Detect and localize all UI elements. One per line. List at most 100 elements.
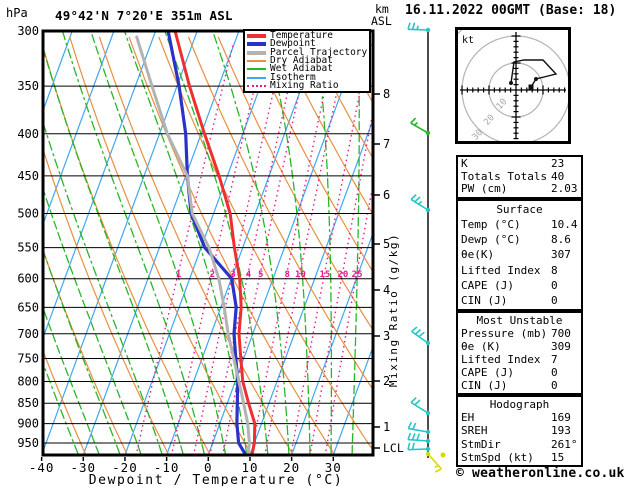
panel-row-label: StmSpd (kt) xyxy=(461,450,534,464)
panel-row-label: Dewp (°C) xyxy=(461,233,521,247)
hodograph-stats-panel: Hodograph EH 169 SREH 193 StmDir 261° StmSpd (k… xyxy=(456,395,583,467)
pressure-tick-label: 700 xyxy=(17,327,39,341)
panel-row-label: θe (K) xyxy=(461,340,501,353)
pressure-tick-label: 550 xyxy=(17,241,39,255)
pressure-tick-label: 900 xyxy=(17,417,39,431)
panel-row: Temp (°C) 10.4 xyxy=(461,217,578,232)
pressure-tick-label: 650 xyxy=(17,300,39,314)
legend-item: Mixing Ratio xyxy=(247,79,367,91)
surface-wind-dot xyxy=(440,452,446,458)
hodograph-unit-label: kt xyxy=(462,35,474,46)
km-axis: 12345678LCLMixing Ratio (g/kg) xyxy=(374,87,404,455)
hodograph-plot: 10203040kt xyxy=(458,30,568,141)
storm-motion-marker xyxy=(528,84,534,90)
legend-swatch xyxy=(247,59,266,62)
surface-panel: Surface Temp (°C) 10.4 Dewp (°C) 8.6 θe(K) 307… xyxy=(456,199,583,311)
legend-swatch xyxy=(247,68,266,71)
panel-row-value: 0 xyxy=(551,278,558,292)
panel-row: StmSpd (kt) 15 xyxy=(461,451,578,464)
panel-row-label: K xyxy=(461,157,468,170)
legend-swatch xyxy=(247,84,266,87)
panel-row-label: CAPE (J) xyxy=(461,366,514,379)
hodograph-ring-label: 20 xyxy=(482,113,497,128)
pressure-tick-label: 400 xyxy=(17,127,39,141)
isotherms xyxy=(43,31,373,455)
hodograph-panel: 10203040kt xyxy=(455,27,571,144)
panel-row: θe(K) 307 xyxy=(461,247,578,262)
x-axis-title: Dewpoint / Temperature (°C) xyxy=(89,473,344,486)
km-tick-label: 6 xyxy=(383,188,390,202)
panel-row: EH 169 xyxy=(461,411,578,424)
copyright-label: © weatheronline.co.uk xyxy=(456,466,625,481)
legend-item-label: Mixing Ratio xyxy=(270,79,339,91)
panel-row-label: EH xyxy=(461,411,475,425)
panel-row-label: Totals Totals xyxy=(461,169,548,183)
mixing-ratio-label: 10 xyxy=(295,270,306,280)
weather-sounding-page: 300 350 400 450 500 550 600 650 700 750 800 850 900 9… xyxy=(0,0,629,486)
most-unstable-panel: Most Unstable Pressure (mb) 700 θe (K) 309 Li… xyxy=(456,311,583,395)
temp-tick-label: -40 xyxy=(29,460,55,475)
panel-row-value: 261° xyxy=(551,437,578,451)
km-tick-label: 8 xyxy=(383,87,390,101)
pressure-tick-label: 600 xyxy=(17,272,39,286)
panel-row-value: 0 xyxy=(551,366,558,379)
panel-row-value: 307 xyxy=(551,248,571,262)
pressure-tick-label: 300 xyxy=(17,24,39,38)
pressure-tick-label: 750 xyxy=(17,351,39,365)
pressure-unit-label: hPa xyxy=(6,6,28,20)
panel-row-value: 7 xyxy=(551,353,558,366)
panel-row-value: 0 xyxy=(551,293,558,307)
mixing-ratio-label: 20 xyxy=(337,270,348,280)
panel-row-label: CIN (J) xyxy=(461,379,508,392)
panel-title: Most Unstable xyxy=(476,314,563,327)
lcl-label: LCL xyxy=(383,441,404,455)
legend-swatch xyxy=(247,50,266,55)
panel-row-label: StmDir xyxy=(461,437,501,451)
panel-title: Hodograph xyxy=(489,398,550,411)
panel-row: Pressure (mb) 700 xyxy=(461,327,578,340)
panel-row: StmDir 261° xyxy=(461,438,578,451)
mixing-ratio-label: 1 xyxy=(176,270,181,280)
hodograph-ring-label: 30 xyxy=(471,128,486,141)
panel-row-value: 0 xyxy=(551,379,558,392)
temperature-axis: -40 -30 -20 -10 0 10 20 30Dewpoint / Temperatur… xyxy=(29,457,344,486)
mixing-ratio-label: 3 xyxy=(230,270,235,280)
km-tick-label: 1 xyxy=(383,420,390,434)
panel-row: CAPE (J) 0 xyxy=(461,366,578,379)
mixing-ratio-axis-label: Mixing Ratio (g/kg) xyxy=(387,233,400,387)
panel-row-value: 8.6 xyxy=(551,233,571,247)
panel-row-label: Temp (°C) xyxy=(461,218,521,232)
panel-row: Lifted Index 8 xyxy=(461,263,578,278)
mixing-ratio-label: 2 xyxy=(210,270,215,280)
chart-header: hPa 49°42'N 7°20'E 351m ASL kmASL xyxy=(6,2,392,28)
panel-row: Lifted Index 7 xyxy=(461,353,578,366)
legend-swatch xyxy=(247,34,266,39)
panel-row-value: 8 xyxy=(551,263,558,277)
mixing-ratio-label: 5 xyxy=(258,270,263,280)
pressure-tick-label: 500 xyxy=(17,207,39,221)
panel-row-value: 10.4 xyxy=(551,218,578,232)
mixing-ratio-label: 8 xyxy=(285,270,290,280)
panel-row: PW (cm) 2.03 xyxy=(461,183,578,196)
mixing-ratio-label: 25 xyxy=(352,270,363,280)
panel-row-label: SREH xyxy=(461,424,488,438)
mixing-ratio-label: 4 xyxy=(246,270,252,280)
panel-row: CAPE (J) 0 xyxy=(461,278,578,293)
pressure-tick-label: 850 xyxy=(17,396,39,410)
pressure-tick-label: 350 xyxy=(17,79,39,93)
mixing-ratio-lines xyxy=(135,42,373,455)
pressure-tick-label: 800 xyxy=(17,375,39,389)
pressure-tick-label: 950 xyxy=(17,436,39,450)
wind-barbs xyxy=(407,22,446,473)
panel-row-label: CAPE (J) xyxy=(461,278,514,292)
panel-row-label: CIN (J) xyxy=(461,293,508,307)
panel-row-value: 309 xyxy=(551,340,571,353)
page-title: 49°42'N 7°20'E 351m ASL xyxy=(55,8,233,23)
panel-row-value: 15 xyxy=(551,450,565,464)
legend-swatch xyxy=(247,76,266,79)
panel-row-label: θe(K) xyxy=(461,248,495,262)
legend-swatch xyxy=(247,42,266,47)
panel-row-value: 2.03 xyxy=(551,182,578,196)
indices-panel: K 23 Totals Totals 40 PW (cm) 2.03 xyxy=(456,155,583,199)
profile-curves xyxy=(135,31,257,455)
